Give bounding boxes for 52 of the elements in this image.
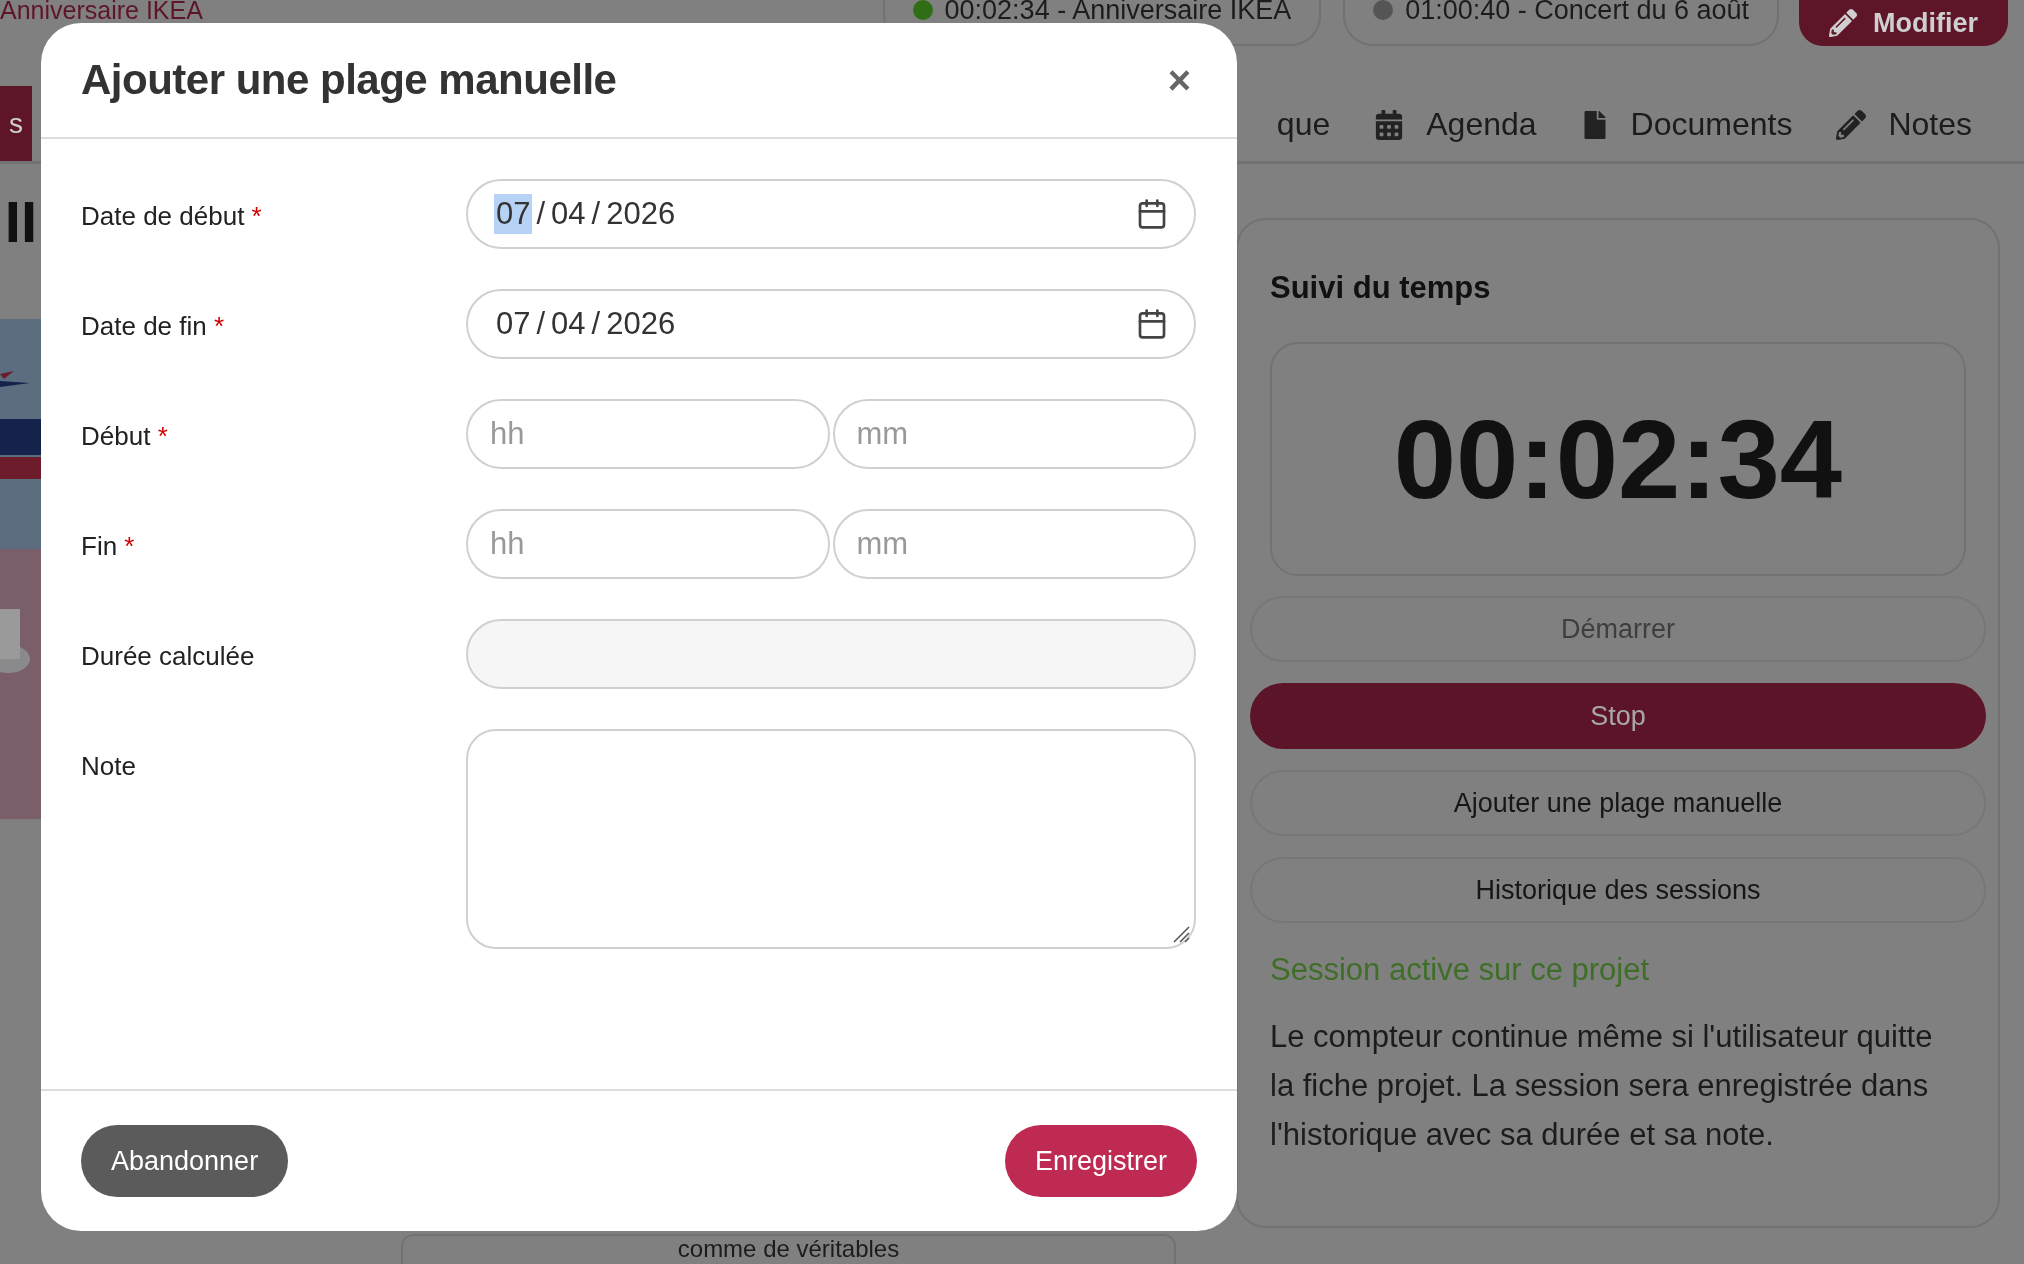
hour-field[interactable]: hh bbox=[466, 399, 830, 469]
tab[interactable]: que bbox=[1254, 106, 1353, 143]
date-segment[interactable]: 04 bbox=[549, 194, 588, 234]
timer-pill[interactable]: 01:00:40 - Concert du 6 août bbox=[1343, 0, 1779, 46]
date-segment[interactable]: 2026 bbox=[604, 194, 678, 234]
timer-label: 00:02:34 - Anniversaire IKEA bbox=[944, 0, 1292, 21]
close-button[interactable]: × bbox=[1161, 57, 1197, 103]
date-separator: / bbox=[535, 306, 547, 342]
timer-label: 01:00:40 - Concert du 6 août bbox=[1405, 0, 1749, 21]
field-label: Date de début * bbox=[81, 201, 263, 232]
tab[interactable]: Notes bbox=[1814, 106, 1994, 143]
edit-button[interactable]: Modifier bbox=[1799, 0, 2008, 46]
date-segment[interactable]: 2026 bbox=[604, 304, 678, 344]
pencil-icon bbox=[1836, 109, 1867, 140]
date-field[interactable]: 07 / 04 / 2026 bbox=[466, 289, 1196, 359]
date-separator: / bbox=[535, 196, 547, 232]
calendar-icon bbox=[1374, 109, 1405, 140]
description-text: Le compteur continue même si l'utilisateur quitte la fiche projet. La session sera enregistrée dans l'historique avec sa durée et sa note. bbox=[1269, 1018, 1934, 1154]
page-heading: II bbox=[4, 188, 38, 255]
project-title: Anniversaire IKEA bbox=[0, 0, 203, 20]
field-label: Début * bbox=[81, 421, 169, 452]
pencil-icon bbox=[1829, 9, 1857, 37]
minute-field[interactable]: mm bbox=[832, 399, 1196, 469]
calendar-icon[interactable] bbox=[1136, 198, 1168, 230]
timer-text: 00:02:34 bbox=[1393, 395, 1843, 524]
field-label: Fin * bbox=[81, 531, 136, 562]
card-title: Suivi du temps bbox=[1269, 270, 1492, 306]
date-segment[interactable]: 07 bbox=[494, 304, 533, 344]
date-separator: / bbox=[590, 306, 602, 342]
tab[interactable]: Agenda bbox=[1352, 106, 1559, 143]
save-button[interactable]: Enregistrer bbox=[1004, 1125, 1197, 1197]
side-tab[interactable]: s bbox=[0, 86, 32, 161]
card-text: comme de véritables bbox=[677, 1236, 900, 1264]
field-label: Date de fin * bbox=[81, 311, 226, 342]
hour-field[interactable]: hh bbox=[466, 509, 830, 579]
field-label: Note bbox=[81, 751, 137, 782]
action-button[interactable]: Ajouter une plage manuelle bbox=[1250, 770, 1986, 836]
date-separator: / bbox=[590, 196, 602, 232]
date-segment[interactable]: 04 bbox=[549, 304, 588, 344]
action-button[interactable]: Historique des sessions bbox=[1250, 857, 1986, 923]
date-field[interactable]: 07 / 04 / 2026 bbox=[466, 179, 1196, 249]
date-segment[interactable]: 07 bbox=[494, 194, 533, 234]
session-status: Session active sur ce projet bbox=[1269, 952, 1651, 988]
resize-handle-icon[interactable] bbox=[1172, 925, 1190, 943]
modal-title: Ajouter une plage manuelle bbox=[81, 56, 617, 104]
stop-button[interactable]: Stop bbox=[1250, 683, 1986, 749]
tab[interactable]: Documents bbox=[1558, 106, 1815, 143]
calendar-icon[interactable] bbox=[1136, 308, 1168, 340]
minute-field[interactable]: mm bbox=[832, 509, 1196, 579]
cancel-button[interactable]: Abandonner bbox=[81, 1125, 289, 1197]
field-label: Durée calculée bbox=[81, 641, 256, 672]
note-field[interactable] bbox=[466, 729, 1196, 949]
